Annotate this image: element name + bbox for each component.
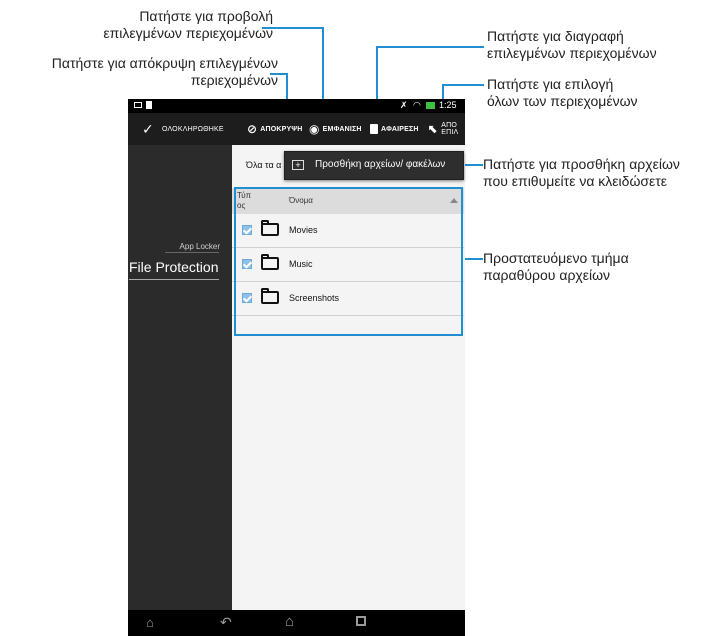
- deselect-label: ΑΠΟ ΕΠΙΛ: [441, 122, 458, 136]
- leader-pane-h: [462, 258, 483, 260]
- recent-apps-icon[interactable]: [356, 616, 366, 626]
- notification-icon: [134, 102, 142, 108]
- sidebar: App Locker File Protection: [128, 145, 232, 610]
- callout-line-1: Πατήστε για προβολή: [139, 8, 273, 24]
- show-label: ΕΜΦΑΝΙΣΗ: [322, 125, 362, 133]
- done-label: ΟΛΟΚΛΗΡΩΘΗΚΕ: [161, 125, 224, 133]
- callout-line-2: περιεχομένων: [190, 72, 278, 88]
- file-icon: [146, 101, 152, 109]
- callout-protected-pane: Προστατευόμενο τμήμα παραθύρου αρχείων: [483, 250, 698, 284]
- delete-label: ΑΦΑΙΡΕΣΗ: [381, 125, 419, 133]
- recent-apps-up-icon[interactable]: ⌂: [146, 615, 154, 630]
- callout-line-1: Προστατευόμενο τμήμα: [483, 250, 629, 266]
- add-files-label: Προσθήκη αρχείων/ φακέλων: [315, 159, 446, 170]
- callout-line-2: επιλεγμένων περιεχομένων: [487, 45, 657, 61]
- callout-line-2: που επιθυμείτε να κλειδώσετε: [483, 173, 668, 189]
- leader-selectall-h: [442, 84, 484, 86]
- trash-icon: [370, 124, 378, 134]
- home-icon[interactable]: ⌂: [285, 613, 294, 630]
- checkmark-icon: ✓: [142, 120, 154, 137]
- sidebar-section-title: App Locker: [179, 242, 220, 251]
- mute-icon: ✗: [400, 100, 408, 110]
- action-bar: ✓ ΟΛΟΚΛΗΡΩΘΗΚΕ ⊘ ΑΠΟΚΡΥΨΗ ◉ ΕΜΦΑΝΙΣΗ ΑΦΑ…: [128, 113, 465, 145]
- filter-dropdown[interactable]: Όλα τα α: [246, 160, 281, 170]
- callout-line-2: παραθύρου αρχείων: [483, 267, 611, 283]
- callout-add-files: Πατήστε για προσθήκη αρχείων που επιθυμε…: [483, 156, 705, 190]
- callout-line-1: Πατήστε για διαγραφή: [487, 28, 624, 44]
- status-bar: ✗ ◠ 1:25: [128, 99, 465, 113]
- leader-delete-h: [376, 46, 484, 48]
- done-button[interactable]: ✓ ΟΛΟΚΛΗΡΩΘΗΚΕ: [142, 113, 224, 145]
- sidebar-item-underline: [129, 279, 219, 280]
- callout-line-1: Πατήστε για προσθήκη αρχείων: [483, 156, 680, 172]
- tablet-screen: ✗ ◠ 1:25 ✓ ΟΛΟΚΛΗΡΩΘΗΚΕ ⊘ ΑΠΟΚΡΥΨΗ ◉ ΕΜΦ…: [128, 99, 465, 636]
- deselect-label-line2: ΕΠΙΛ: [441, 129, 459, 136]
- callout-hide-selected: Πατήστε για απόκρυψη επιλεγμένων περιεχο…: [0, 55, 278, 89]
- battery-icon: [426, 102, 435, 109]
- protected-pane-frame: [234, 187, 463, 336]
- leader-view-h: [262, 27, 324, 29]
- show-button[interactable]: ◉ ΕΜΦΑΝΙΣΗ: [309, 113, 362, 145]
- wifi-icon: ◠: [413, 100, 421, 110]
- select-cursor-icon: ⬉: [428, 122, 439, 136]
- eye-icon: ◉: [309, 122, 320, 136]
- navigation-bar: ⌂ ↶ ⌂: [128, 610, 465, 636]
- deselect-all-button[interactable]: ⬉ ΑΠΟ ΕΠΙΛ: [428, 113, 458, 145]
- hide-label: ΑΠΟΚΡΥΨΗ: [260, 125, 303, 133]
- sidebar-divider: [165, 252, 219, 253]
- back-icon[interactable]: ↶: [220, 614, 232, 631]
- eye-slash-icon: ⊘: [247, 122, 258, 136]
- add-files-button[interactable]: + Προσθήκη αρχείων/ φακέλων: [284, 151, 464, 180]
- status-time: 1:25: [439, 100, 457, 110]
- callout-line-2: όλων των περιεχομένων: [487, 93, 638, 109]
- deselect-label-line1: ΑΠΟ: [441, 122, 458, 129]
- delete-button[interactable]: ΑΦΑΙΡΕΣΗ: [370, 113, 419, 145]
- sidebar-item-file-protection[interactable]: File Protection: [129, 259, 218, 275]
- callout-delete-selected: Πατήστε για διαγραφή επιλεγμένων περιεχο…: [487, 28, 702, 62]
- callout-line-1: Πατήστε για απόκρυψη επιλεγμένων: [51, 55, 278, 71]
- callout-line-1: Πατήστε για επιλογή: [487, 76, 614, 92]
- callout-view-selected: Πατήστε για προβολή επιλεγμένων περιεχομ…: [95, 8, 273, 42]
- callout-select-all: Πατήστε για επιλογή όλων των περιεχομένω…: [487, 76, 702, 110]
- callout-line-2: επιλεγμένων περιεχομένων: [103, 25, 273, 41]
- add-file-icon: +: [292, 160, 304, 170]
- hide-button[interactable]: ⊘ ΑΠΟΚΡΥΨΗ: [247, 113, 303, 145]
